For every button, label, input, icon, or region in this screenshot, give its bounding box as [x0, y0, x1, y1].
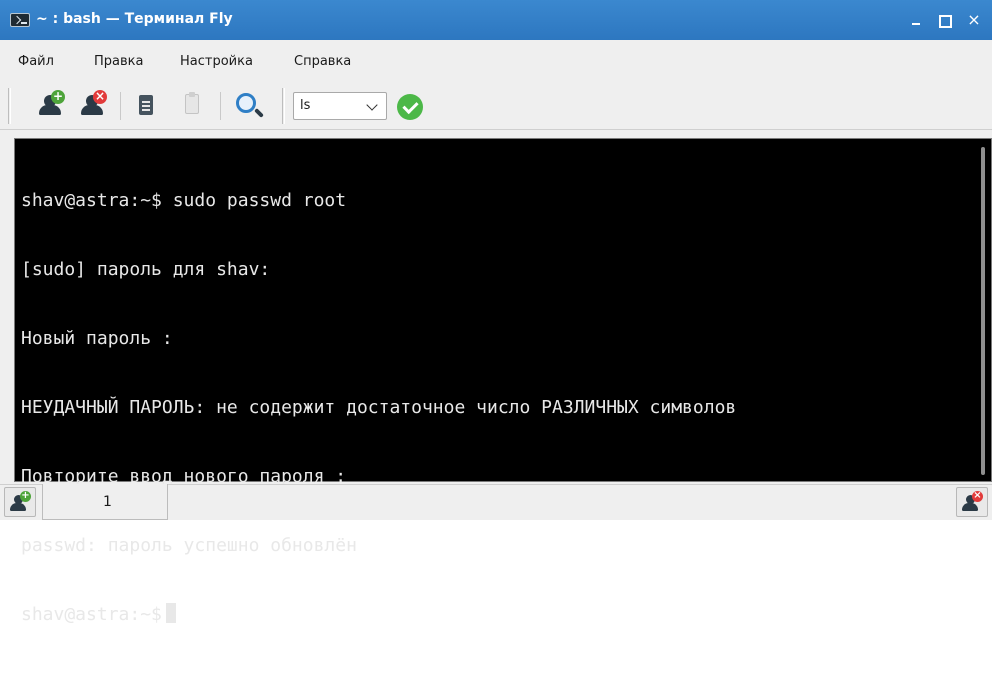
terminal-line: passwd: пароль успешно обновлён: [21, 535, 357, 556]
command-combobox-value: ls: [300, 98, 311, 113]
minimize-button[interactable]: [906, 10, 926, 30]
menu-settings[interactable]: Настройка: [180, 54, 253, 69]
copy-icon: [139, 95, 153, 115]
title-bar[interactable]: ~ : bash — Терминал Fly ×: [0, 0, 992, 40]
toolbar: + × ls: [0, 82, 992, 130]
menu-file[interactable]: Файл: [18, 54, 54, 69]
search-icon: [236, 93, 256, 113]
toolbar-separator: [120, 92, 121, 120]
terminal-prompt: shav@astra:~$: [21, 604, 162, 625]
terminal-cursor: [165, 603, 176, 623]
session-tab[interactable]: 1: [42, 484, 168, 520]
close-window-button[interactable]: ×: [964, 10, 984, 30]
maximize-button[interactable]: [934, 10, 954, 30]
terminal-prompt-line: shav@astra:~$: [21, 603, 991, 626]
terminal-line: [sudo] пароль для shav:: [21, 259, 271, 280]
terminal-line: Новый пароль :: [21, 328, 173, 349]
toolbar-grip[interactable]: [8, 88, 11, 124]
close-session-button[interactable]: ×: [78, 90, 110, 122]
new-tab-button[interactable]: +: [4, 487, 36, 517]
terminal-output[interactable]: shav@astra:~$ sudo passwd root [sudo] па…: [14, 138, 992, 625]
new-session-button[interactable]: +: [36, 90, 68, 122]
close-tab-button[interactable]: ×: [956, 487, 988, 517]
search-button[interactable]: [232, 90, 264, 122]
copy-button[interactable]: [130, 90, 162, 122]
menu-edit[interactable]: Правка: [94, 54, 143, 69]
terminal-scrollbar[interactable]: [981, 147, 985, 475]
window-title: ~ : bash — Терминал Fly: [36, 11, 233, 27]
menu-bar: Файл Правка Настройка Справка: [0, 40, 992, 82]
chevron-down-icon[interactable]: [366, 99, 378, 111]
terminal-line: shav@astra:~$ sudo passwd root: [21, 190, 347, 211]
paste-button[interactable]: [176, 90, 208, 122]
paste-icon: [185, 92, 199, 114]
menu-help[interactable]: Справка: [294, 54, 351, 69]
terminal-line: НЕУДАЧНЫЙ ПАРОЛЬ: не содержит достаточно…: [21, 397, 737, 418]
terminal-app-icon: [10, 13, 30, 27]
toolbar-grip[interactable]: [282, 88, 285, 124]
session-tab-label: 1: [103, 494, 112, 510]
command-combobox[interactable]: ls: [293, 92, 387, 120]
run-command-icon[interactable]: [397, 94, 423, 120]
terminal-window: ~ : bash — Терминал Fly × Файл Правка На…: [0, 0, 992, 625]
toolbar-separator: [220, 92, 221, 120]
session-tab-bar: + 1 ×: [0, 484, 992, 520]
